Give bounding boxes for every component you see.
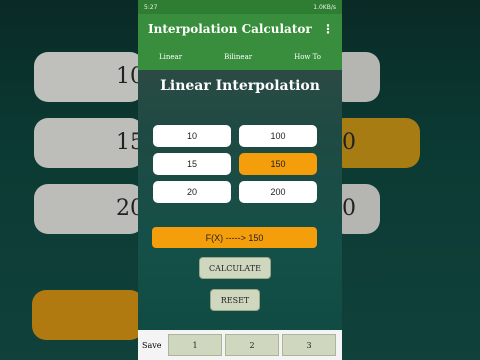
app-bar: Interpolation Calculator ⋮ <box>138 14 342 44</box>
save-label: Save <box>142 340 162 350</box>
status-bar: 5:27 1.0KB/s <box>138 0 342 14</box>
y2-input[interactable]: 200 <box>239 181 317 203</box>
save-slot-3[interactable]: 3 <box>282 334 336 356</box>
input-row: 20 200 <box>153 181 317 203</box>
save-slot-2[interactable]: 2 <box>225 334 279 356</box>
x1-input[interactable]: 10 <box>153 125 231 147</box>
phone-screen: 5:27 1.0KB/s Interpolation Calculator ⋮ … <box>138 0 342 360</box>
tab-bar: Linear Bilinear How To <box>138 44 342 70</box>
background-text: 0 <box>342 130 356 155</box>
x-input[interactable]: 15 <box>153 153 231 175</box>
input-row: 10 100 <box>153 125 317 147</box>
background-result-blur <box>32 290 144 340</box>
status-indicators: 1.0KB/s <box>313 3 336 11</box>
y-output[interactable]: 150 <box>239 153 317 175</box>
result-display: F(X) -----> 150 <box>152 227 317 248</box>
save-slot-1[interactable]: 1 <box>168 334 222 356</box>
tab-how-to[interactable]: How To <box>294 53 321 61</box>
tab-linear[interactable]: Linear <box>159 53 182 61</box>
tab-bilinear[interactable]: Bilinear <box>224 53 252 61</box>
status-time: 5:27 <box>144 3 158 11</box>
section-title: Linear Interpolation <box>160 78 320 94</box>
app-title: Interpolation Calculator <box>148 22 312 36</box>
save-bar: Save 1 2 3 <box>138 330 342 360</box>
input-row: 15 150 <box>153 153 317 175</box>
background-text: 0 <box>342 196 356 221</box>
x2-input[interactable]: 20 <box>153 181 231 203</box>
kebab-menu-icon[interactable]: ⋮ <box>322 22 334 36</box>
calculate-button[interactable]: CALCULATE <box>199 257 271 279</box>
reset-button[interactable]: RESET <box>210 289 260 311</box>
y1-input[interactable]: 100 <box>239 125 317 147</box>
